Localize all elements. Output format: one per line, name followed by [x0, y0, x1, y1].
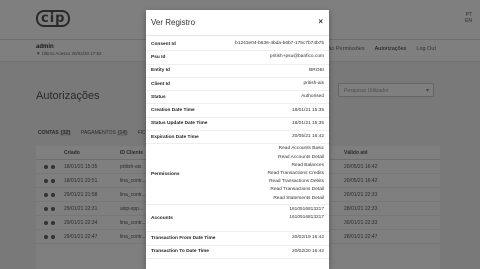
- field-transaction-from-date-time: Transaction From Date Time 20/02/19 16:42: [146, 232, 329, 246]
- field-label: Transaction To Date Time: [151, 249, 209, 255]
- field-label: Accounts: [151, 215, 173, 221]
- field-label: Client Id: [151, 81, 170, 87]
- field-value-line: Read Statements Detail: [273, 195, 324, 201]
- field-value-line: pritish+psu@banfico.com: [269, 54, 324, 60]
- field-value-line: 1610516813217: [289, 206, 324, 212]
- field-value-line: Read Transactions Credits: [267, 170, 324, 176]
- field-value: 18/01/21 15:35: [292, 107, 324, 115]
- field-entity-id: Entity Id BROBI: [146, 65, 329, 78]
- field-value-line: Read Balances: [291, 162, 324, 168]
- field-creation-date-time: Creation Date Time 18/01/21 15:35: [146, 104, 329, 118]
- field-value-line: 18/01/21 15:35: [291, 107, 324, 113]
- field-value-line: Read Accounts Detail: [278, 154, 324, 160]
- field-value-line: Authorised: [301, 94, 324, 100]
- field-value-line: 18/01/21 15:35: [291, 120, 324, 126]
- field-value: Read Accounts Basic Read Accounts Detail R…: [267, 145, 324, 202]
- field-label: Psu Id: [151, 54, 166, 60]
- field-label: Entity Id: [151, 68, 170, 74]
- field-consent-id: Consent Id b1243e04-b636-4bda-b6b7-175c7b…: [146, 38, 329, 52]
- field-value: Authorised: [301, 93, 324, 101]
- field-value: BROBI: [309, 67, 324, 75]
- field-value-line: Read Transactions Debits: [269, 179, 324, 185]
- field-value-line: Read Transactions Detail: [270, 187, 324, 193]
- field-transaction-to-date-time: Transaction To Date Time 20/02/20 16:42: [146, 246, 329, 259]
- field-permissions: Permissions Read Accounts Basic Read Accou…: [146, 144, 329, 205]
- field-value: 20/02/19 16:42: [292, 234, 324, 242]
- field-value-line: 20/05/21 16:42: [291, 134, 324, 140]
- close-icon[interactable]: ×: [318, 17, 323, 26]
- field-value-line: 20/02/19 16:42: [291, 235, 324, 241]
- field-label: Status Update Date Time: [151, 121, 208, 127]
- field-value: pritish-ais: [303, 80, 324, 88]
- modal-body: Consent Id b1243e04-b636-4bda-b6b7-175c7b…: [146, 38, 329, 259]
- field-label: Permissions: [151, 171, 180, 177]
- field-value: 20/05/21 16:42: [292, 133, 324, 141]
- field-label: Consent Id: [151, 41, 176, 47]
- field-value: 18/01/21 15:35: [292, 120, 324, 128]
- field-value: b1243e04-b636-4bda-b6b7-175c7b74b75: [235, 40, 324, 48]
- field-value-line: b1243e04-b636-4bda-b6b7-175c7b74b75: [235, 41, 324, 47]
- field-expiration-date-time: Expiration Date Time 20/05/21 16:42: [146, 131, 329, 145]
- field-value-line: [289, 222, 324, 230]
- field-status: Status Authorised: [146, 91, 329, 105]
- field-label: Status: [151, 94, 166, 100]
- field-value: pritish+psu@banfico.com: [270, 53, 324, 61]
- field-label: Creation Date Time: [151, 108, 195, 114]
- field-status-update-date-time: Status Update Date Time 18/01/21 15:35: [146, 118, 329, 132]
- field-value-line: BROBI: [309, 67, 324, 73]
- field-value-line: 1610516813217: [289, 214, 324, 220]
- modal-title: Ver Registro: [151, 18, 196, 27]
- field-label: Transaction From Date Time: [151, 236, 216, 241]
- field-value-line: pritish-ais: [303, 80, 324, 86]
- field-client-id: Client Id pritish-ais: [146, 78, 329, 92]
- modal-header: Ver Registro ×: [146, 10, 329, 36]
- view-record-modal: Ver Registro × Consent Id b1243e04-b636-4…: [146, 10, 329, 269]
- field-psu-id: Psu Id pritish+psu@banfico.com: [146, 51, 329, 65]
- field-value-line: 20/02/20 16:42: [291, 248, 324, 254]
- field-value-line: Read Accounts Basic: [278, 146, 324, 152]
- field-value: 20/02/20 16:42: [292, 248, 324, 256]
- field-value: 1610516813217 1610516813217: [289, 206, 324, 231]
- field-accounts: Accounts 1610516813217 1610516813217: [146, 205, 329, 233]
- field-label: Expiration Date Time: [151, 134, 199, 140]
